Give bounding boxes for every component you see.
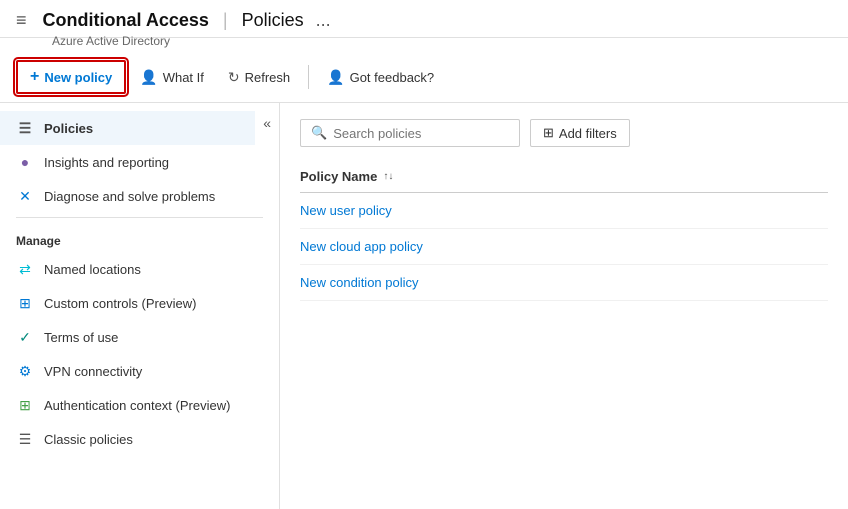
sidebar-item-label: Terms of use [44,330,118,345]
page-title: Policies [242,10,304,31]
ellipsis-button[interactable]: ... [316,10,331,31]
policy-list: New user policy New cloud app policy New… [300,193,828,301]
table-row: New cloud app policy [300,229,828,265]
new-policy-button[interactable]: + New policy [16,60,126,94]
table-header: Policy Name ↑↓ [300,163,828,193]
new-policy-label: New policy [44,70,112,85]
what-if-button[interactable]: 👤 What If [130,63,214,92]
sidebar-item-label: VPN connectivity [44,364,142,379]
toolbar-divider [308,65,309,89]
app-title: Conditional Access [43,10,209,31]
classic-icon: ☰ [16,430,34,448]
plus-icon: + [30,68,39,86]
page-header: ≡ Conditional Access | Policies ... [0,0,848,38]
sidebar-item-custom-controls[interactable]: ⊞ Custom controls (Preview) [0,286,279,320]
sidebar-item-policies[interactable]: ☰ Policies [0,111,255,145]
hamburger-icon: ≡ [16,10,27,31]
sidebar-divider [16,217,263,218]
sidebar-item-label: Named locations [44,262,141,277]
sidebar-item-vpn[interactable]: ⚙ VPN connectivity [0,354,279,388]
policies-icon: ☰ [16,119,34,137]
person-icon: 👤 [140,69,157,86]
feedback-icon: 👤 [327,69,344,86]
page-subtitle: Azure Active Directory [0,34,848,52]
search-box[interactable]: 🔍 [300,119,520,147]
location-icon: ⇄ [16,260,34,278]
sidebar-item-label: Classic policies [44,432,133,447]
insights-icon: ● [16,153,34,171]
collapse-button[interactable]: « [255,111,279,135]
sort-icons[interactable]: ↑↓ [383,171,393,182]
wrench-icon: ✕ [16,187,34,205]
sidebar-item-label: Diagnose and solve problems [44,189,215,204]
filter-icon: ⊞ [543,125,554,141]
feedback-label: Got feedback? [350,70,435,85]
policy-link[interactable]: New cloud app policy [300,239,423,254]
add-filters-button[interactable]: ⊞ Add filters [530,119,630,147]
add-filters-label: Add filters [559,126,617,141]
table-row: New user policy [300,193,828,229]
main-content: « ☰ Policies ● Insights and reporting ✕ … [0,103,848,509]
what-if-label: What If [163,70,204,85]
feedback-button[interactable]: 👤 Got feedback? [317,63,444,92]
toolbar: + New policy 👤 What If ↻ Refresh 👤 Got f… [0,52,848,103]
sidebar-item-label: Policies [44,121,93,136]
policy-name-column: Policy Name [300,169,377,184]
search-icon: 🔍 [311,125,327,141]
policy-link[interactable]: New condition policy [300,275,419,290]
sidebar-item-terms[interactable]: ✓ Terms of use [0,320,279,354]
sidebar: « ☰ Policies ● Insights and reporting ✕ … [0,103,280,509]
sidebar-item-classic[interactable]: ☰ Classic policies [0,422,279,456]
custom-icon: ⊞ [16,294,34,312]
vpn-icon: ⚙ [16,362,34,380]
refresh-button[interactable]: ↻ Refresh [218,63,300,92]
sidebar-item-diagnose[interactable]: ✕ Diagnose and solve problems [0,179,279,213]
auth-icon: ⊞ [16,396,34,414]
content-area: 🔍 ⊞ Add filters Policy Name ↑↓ New user … [280,103,848,509]
refresh-label: Refresh [245,70,291,85]
refresh-icon: ↻ [228,69,240,86]
terms-icon: ✓ [16,328,34,346]
search-input[interactable] [333,126,509,141]
sidebar-item-insights[interactable]: ● Insights and reporting [0,145,279,179]
sidebar-item-label: Insights and reporting [44,155,169,170]
table-row: New condition policy [300,265,828,301]
sidebar-item-named-locations[interactable]: ⇄ Named locations [0,252,279,286]
sidebar-item-label: Authentication context (Preview) [44,398,230,413]
top-header-area: ≡ Conditional Access | Policies ... Azur… [0,0,848,52]
manage-section-label: Manage [0,222,279,252]
search-filter-row: 🔍 ⊞ Add filters [300,119,828,147]
policy-link[interactable]: New user policy [300,203,392,218]
sidebar-item-auth-context[interactable]: ⊞ Authentication context (Preview) [0,388,279,422]
sidebar-item-label: Custom controls (Preview) [44,296,196,311]
